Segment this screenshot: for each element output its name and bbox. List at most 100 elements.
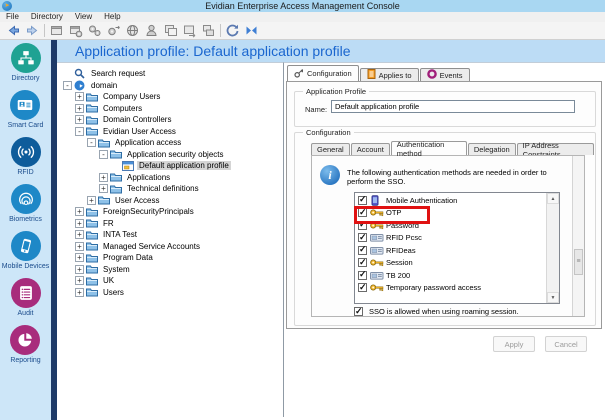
sidebar-item[interactable]: RFID [11, 137, 41, 177]
tree-node[interactable]: + Technical definitions [57, 183, 283, 195]
disconnect-icon[interactable] [242, 23, 261, 39]
subtab[interactable]: Account [351, 143, 390, 155]
expander-icon[interactable]: + [75, 288, 84, 297]
checkbox[interactable] [358, 221, 367, 230]
group-title: Configuration [303, 128, 354, 137]
checkbox[interactable] [358, 196, 367, 205]
copy-window-icon[interactable] [161, 23, 180, 39]
expander-icon[interactable]: - [75, 127, 84, 136]
expander-icon[interactable]: + [75, 276, 84, 285]
tree-node[interactable]: + Users [57, 287, 283, 299]
stack-window-icon[interactable] [199, 23, 218, 39]
method-row[interactable]: Temporary password access [355, 282, 559, 295]
tree-node[interactable]: + System [57, 264, 283, 276]
cancel-button[interactable]: Cancel [545, 336, 587, 352]
method-row[interactable]: RFID Pcsc [355, 232, 559, 245]
method-row[interactable]: TB 200 [355, 269, 559, 282]
checkbox[interactable] [358, 283, 367, 292]
expander-icon[interactable]: + [75, 242, 84, 251]
sso-checkbox[interactable] [354, 307, 363, 316]
scroll-down-icon[interactable]: ▼ [547, 292, 559, 303]
tree-node[interactable]: - Application security objects [57, 149, 283, 161]
back-icon[interactable] [4, 23, 23, 39]
tab[interactable]: Applies to [360, 68, 419, 81]
method-row[interactable]: Password [355, 219, 559, 232]
sidebar-item[interactable]: Smart Card [8, 90, 44, 130]
menu-item[interactable]: Help [98, 12, 126, 22]
tree-node[interactable]: + Domain Controllers [57, 114, 283, 126]
scrollbar-thumb[interactable]: ≡ [574, 249, 583, 275]
sidebar-item[interactable]: Biometrics [9, 184, 42, 224]
tree-node[interactable]: Search request [57, 68, 283, 80]
sso-label: SSO is allowed when using roaming sessio… [369, 307, 519, 316]
checkbox[interactable] [358, 271, 367, 280]
expander-icon[interactable]: + [99, 173, 108, 182]
apply-button[interactable]: Apply [493, 336, 535, 352]
subtab[interactable]: Authentication method [391, 141, 467, 155]
scroll-up-icon[interactable]: ▲ [547, 193, 559, 204]
expander-icon[interactable]: - [87, 138, 96, 147]
menu-item[interactable]: File [0, 12, 25, 22]
checkbox[interactable] [358, 246, 367, 255]
tree-node[interactable]: + Computers [57, 103, 283, 115]
name-input[interactable] [331, 100, 575, 113]
forward-icon[interactable] [23, 23, 42, 39]
search-icon [74, 68, 87, 79]
sidebar-item[interactable]: Reporting [10, 325, 40, 365]
subtab[interactable]: IP Address Constraints [517, 143, 594, 155]
tree-node[interactable]: + FR [57, 218, 283, 230]
tree-node[interactable]: + Company Users [57, 91, 283, 103]
tab-label: Configuration [307, 69, 352, 78]
tree-node[interactable]: - domain [57, 80, 283, 92]
tab[interactable]: Configuration [287, 65, 359, 81]
expander-icon[interactable]: + [75, 265, 84, 274]
expander-icon[interactable]: + [75, 104, 84, 113]
subtab[interactable]: General [311, 143, 350, 155]
expander-icon[interactable]: + [75, 92, 84, 101]
method-row[interactable]: OTP [355, 207, 559, 220]
tree-node[interactable]: + Program Data [57, 252, 283, 264]
tree-node[interactable]: Default application profile [57, 160, 283, 172]
expander-icon[interactable]: + [99, 184, 108, 193]
tree-node[interactable]: + User Access [57, 195, 283, 207]
globe-gear-icon[interactable] [123, 23, 142, 39]
expander-icon[interactable]: + [75, 230, 84, 239]
expander-icon[interactable]: + [87, 196, 96, 205]
checkbox[interactable] [358, 258, 367, 267]
expander-icon[interactable]: - [99, 150, 108, 159]
method-row[interactable]: RFIDeas [355, 244, 559, 257]
tree-node[interactable]: + UK [57, 275, 283, 287]
panel-scrollbar[interactable]: ≡ [572, 156, 584, 316]
tree-node[interactable]: + ForeignSecurityPrincipals [57, 206, 283, 218]
send-window-icon[interactable] [180, 23, 199, 39]
tab[interactable]: Events [420, 68, 470, 81]
tree-node[interactable]: - Evidian User Access [57, 126, 283, 138]
sidebar-item[interactable]: Audit [11, 278, 41, 318]
key-icon [370, 208, 385, 217]
expander-icon[interactable]: + [75, 115, 84, 124]
method-row[interactable]: Session [355, 257, 559, 270]
menu-item[interactable]: Directory [25, 12, 69, 22]
tree-node[interactable]: + INTA Test [57, 229, 283, 241]
gear-run-icon[interactable] [104, 23, 123, 39]
expander-icon[interactable]: + [75, 207, 84, 216]
expander-icon[interactable]: - [63, 81, 72, 90]
tree-node[interactable]: - Application access [57, 137, 283, 149]
method-row[interactable]: Mobile Authentication [355, 194, 559, 207]
user-icon[interactable] [142, 23, 161, 39]
sidebar-item[interactable]: Directory [11, 43, 41, 83]
window-icon[interactable] [47, 23, 66, 39]
subtab[interactable]: Delegation [468, 143, 516, 155]
list-scrollbar[interactable]: ▲ ▼ [546, 193, 559, 303]
tree-node[interactable]: + Managed Service Accounts [57, 241, 283, 253]
menu-item[interactable]: View [69, 12, 98, 22]
window-gear-icon[interactable] [66, 23, 85, 39]
expander-icon[interactable]: + [75, 253, 84, 262]
refresh-icon[interactable] [223, 23, 242, 39]
checkbox[interactable] [358, 208, 367, 217]
tree-node[interactable]: + Applications [57, 172, 283, 184]
expander-icon[interactable]: + [75, 219, 84, 228]
gears-icon[interactable] [85, 23, 104, 39]
sidebar-item[interactable]: Mobile Devices [2, 231, 49, 271]
checkbox[interactable] [358, 233, 367, 242]
